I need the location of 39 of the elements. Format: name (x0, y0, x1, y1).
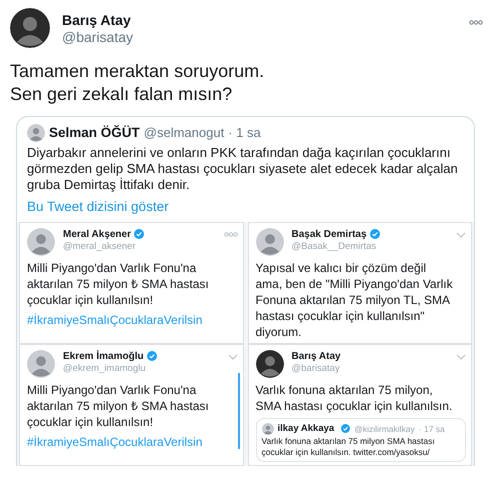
avatar-icon (27, 350, 55, 378)
chevron-icon[interactable] (456, 232, 466, 238)
author-handle: @ekrem_imamoglu (63, 362, 147, 374)
author-name: Barış Atay (292, 350, 341, 362)
tweet-text: Varlık fonuna aktarılan 75 milyon SMA hastası çocuklar için kullanılsın. twitter.com/yasoksu/ (262, 436, 436, 458)
avatar-icon (10, 8, 50, 48)
avatar-icon (256, 350, 284, 378)
tweet-text: Yapısal ve kalıcı bir çözüm değil ama, ben de "Milli Piyango'dan Varlık Fonuna aktarılan 75 milyon TL, SMA hastası çocuklar için kullanılsın" diyorum. (256, 260, 454, 340)
avatar-icon (27, 228, 55, 256)
author-handle: @meral_aksener (63, 240, 136, 252)
author-name: Meral Akşener (63, 228, 131, 240)
author-name: Selman ÖĞÜT (49, 124, 140, 142)
more-icon[interactable] (224, 232, 238, 236)
timestamp: · 17 sa (418, 422, 445, 435)
chevron-icon[interactable] (456, 354, 466, 360)
tweet-text: Diyarbakır annelerini ve onların PKK tarafından dağa kaçırılan çocuklarını görmezden gelip SMA hastası çocukları siyasete alet edecek kadar alçalan gruba Demirtaş İttifakı denir. (26, 144, 459, 194)
chevron-icon[interactable] (228, 354, 238, 360)
timestamp: · 1 sa (228, 124, 261, 142)
author-handle: @barisatay (62, 29, 134, 46)
avatar-icon (262, 422, 274, 435)
hashtag-link[interactable]: #İkramiyeSmalıÇocuklaraVerilsin (27, 310, 238, 328)
avatar-icon (256, 228, 284, 256)
author-name: ilkay Akkaya (278, 422, 334, 436)
author-handle: @kizilirmakilkay (354, 422, 415, 435)
tweet-text: Milli Piyango'dan Varlık Fonu'na aktarılan 75 milyon ₺ SMA hastası çocuklar için kullanılsın! (27, 382, 210, 430)
author-handle: @selmanogut (144, 124, 224, 142)
author-name: Ekrem İmamoğlu (63, 350, 144, 362)
author-handle: @barisatay (292, 362, 341, 374)
author-name: Barış Atay (62, 12, 132, 29)
author-handle: @Basak__Demirtas (292, 240, 378, 252)
more-icon[interactable] (469, 20, 483, 25)
tweet-text: Varlık fonuna aktarılan 75 milyon, SMA hastası çocuklar için kullanılsın. (256, 382, 454, 414)
thread-link[interactable]: Bu Tweet dizisini göster (17, 193, 179, 222)
author-name: Başak Demirtaş (292, 228, 367, 240)
tweet-text: Milli Piyango'dan Varlık Fonu'na aktarılan 75 milyon ₺ SMA hastası çocuklar için kullanılsın! (27, 260, 210, 308)
avatar-icon (27, 124, 45, 142)
hashtag-link[interactable]: #İkramiyeSmalıÇocuklaraVerilsin (27, 432, 238, 450)
tweet-text: Tamamen meraktan soruyorum. Sen geri zekalı falan mısın? (10, 60, 266, 106)
quoted-tweet-card[interactable] (16, 116, 475, 466)
